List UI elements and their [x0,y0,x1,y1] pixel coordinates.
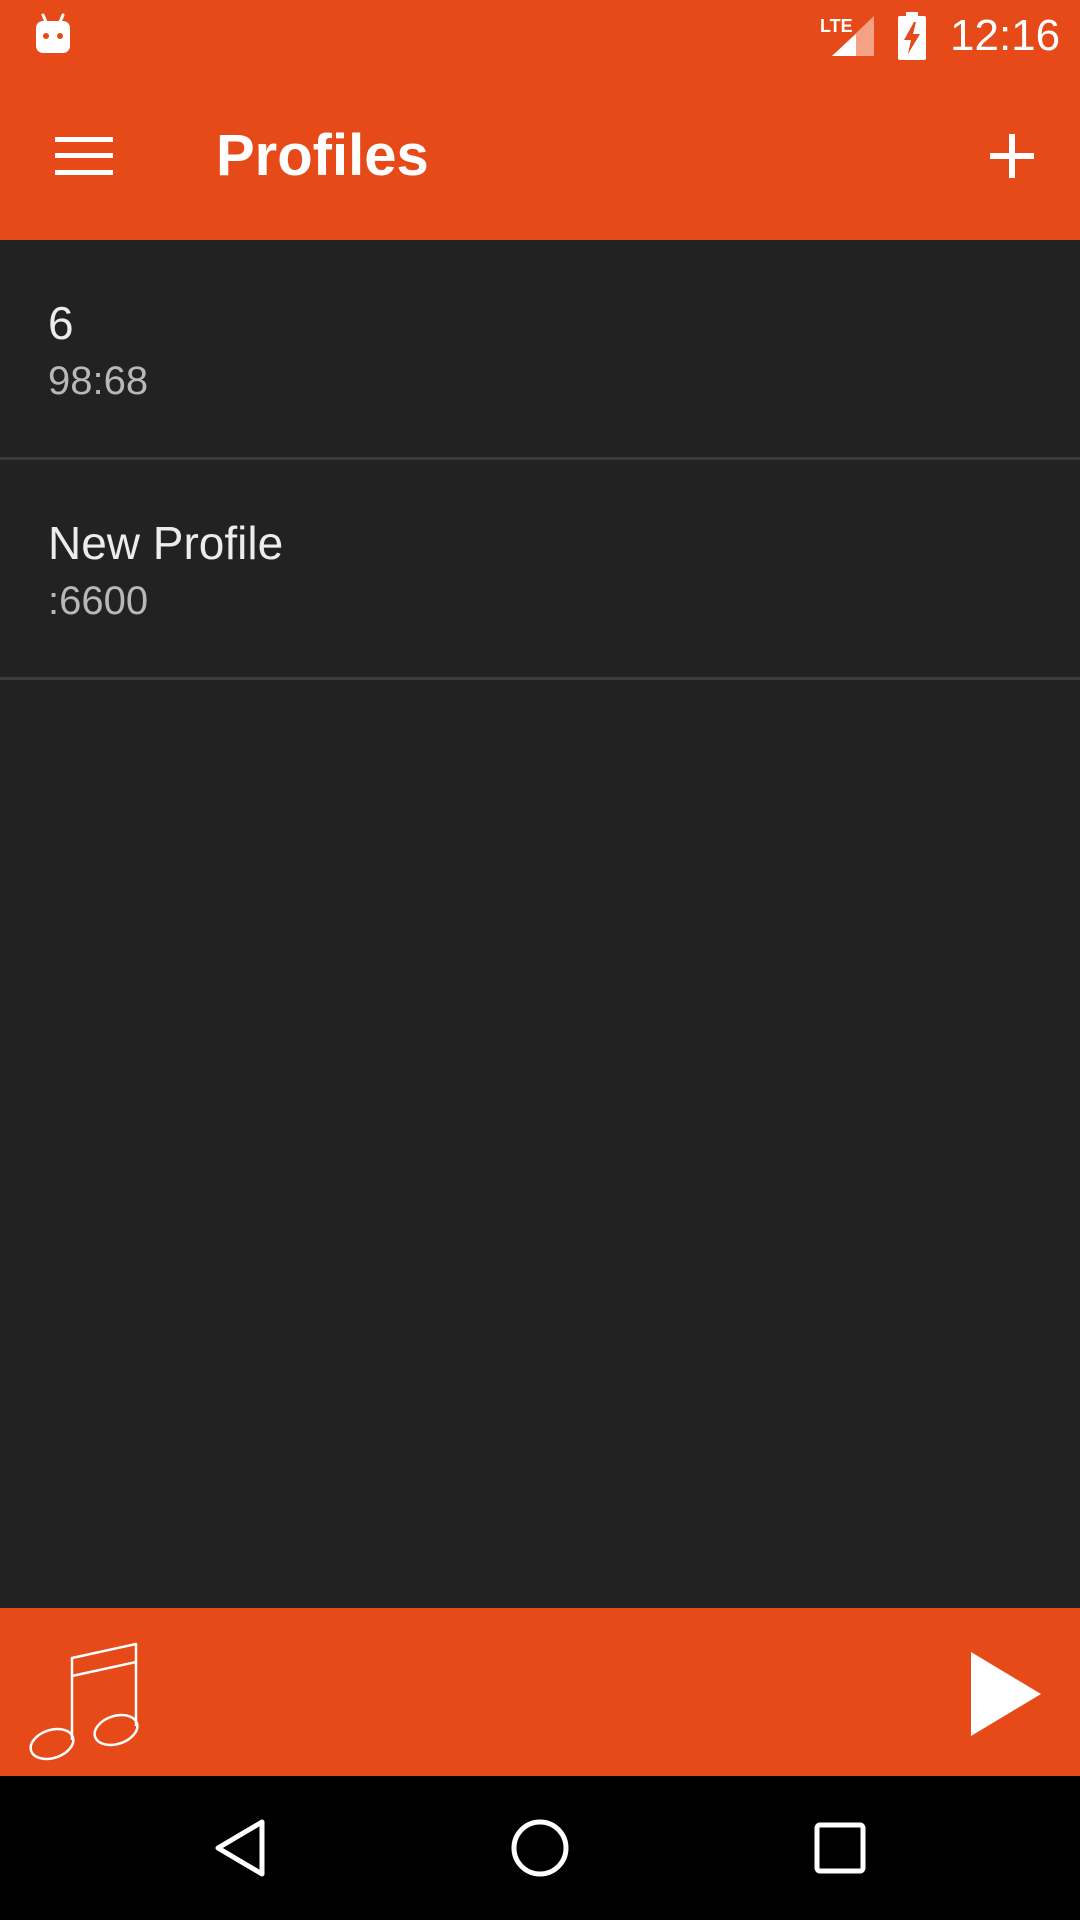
plus-icon [990,134,1034,178]
profile-name: 6 [48,297,74,349]
screen: LTE 12:16 Profiles 6 98:68 New Profile:… [0,0,1080,1920]
recents-icon [814,1822,866,1874]
system-nav-bar [0,1776,1080,1920]
home-button[interactable] [490,1798,590,1898]
profile-address: 98:68 [48,359,149,403]
profile-list-item[interactable]: New Profile :6600 [0,460,1080,680]
menu-button[interactable] [40,116,128,196]
player-bar[interactable] [0,1608,1080,1776]
app-bar: Profiles [0,72,1080,240]
profile-address: :6600 [48,579,149,623]
play-icon [971,1652,1041,1736]
profile-list-item[interactable]: 6 98:68 [0,240,1080,460]
android-debug-icon [36,13,70,53]
add-profile-button[interactable] [968,112,1056,200]
page-title: Profiles [216,123,429,188]
recents-button[interactable] [790,1798,890,1898]
lte-signal-icon: LTE [820,16,874,56]
hamburger-menu-icon [55,137,113,175]
svg-text:LTE: LTE [820,16,853,36]
home-icon [511,1819,569,1877]
profile-name: New Profile [48,517,284,569]
status-clock: 12:16 [950,11,1061,60]
battery-charging-icon [898,12,926,60]
back-icon [215,1819,265,1877]
play-button[interactable] [956,1644,1056,1744]
status-bar: LTE 12:16 [0,0,1080,72]
profile-list: 6 98:68 New Profile :6600 [0,240,1080,680]
back-button[interactable] [190,1798,290,1898]
music-note-icon [29,1642,139,1761]
